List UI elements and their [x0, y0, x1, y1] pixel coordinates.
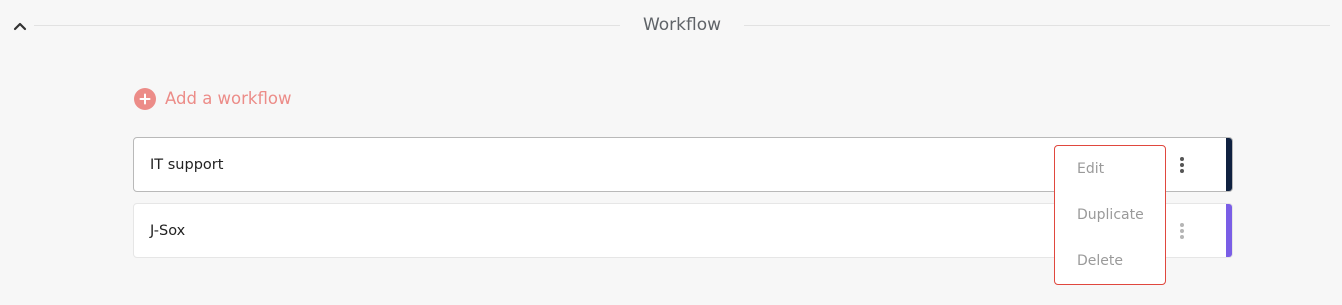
menu-item-delete[interactable]: Delete — [1055, 238, 1165, 284]
workflow-color-stripe — [1226, 138, 1232, 191]
workflow-section-header: Workflow — [0, 0, 1342, 50]
section-title: Workflow — [642, 15, 722, 35]
more-options-icon[interactable] — [1174, 153, 1190, 177]
workflow-color-stripe — [1226, 204, 1232, 257]
menu-item-edit[interactable]: Edit — [1055, 146, 1165, 192]
header-divider-left — [34, 25, 620, 26]
more-options-icon[interactable] — [1174, 219, 1190, 243]
menu-item-duplicate[interactable]: Duplicate — [1055, 192, 1165, 238]
workflow-name: IT support — [150, 157, 224, 173]
add-workflow-label: Add a workflow — [165, 89, 292, 108]
add-workflow-button[interactable]: Add a workflow — [134, 87, 291, 111]
chevron-up-icon — [13, 22, 27, 31]
plus-circle-icon — [134, 88, 156, 110]
workflow-name: J-Sox — [150, 223, 186, 239]
workflow-context-menu: Edit Duplicate Delete — [1054, 145, 1166, 285]
header-divider-right — [744, 25, 1330, 26]
collapse-button[interactable] — [11, 17, 29, 35]
